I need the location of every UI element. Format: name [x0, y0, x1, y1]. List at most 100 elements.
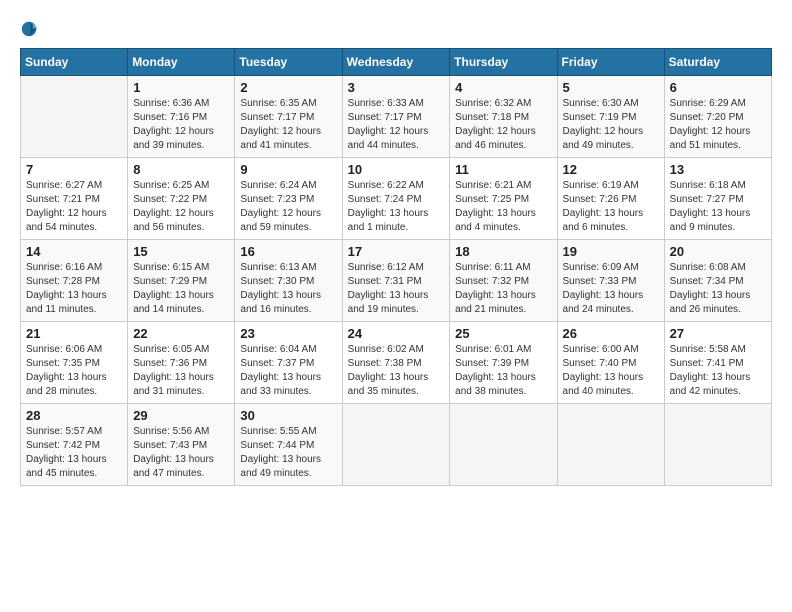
- calendar-cell: [557, 404, 664, 486]
- calendar-week-row: 28 Sunrise: 5:57 AMSunset: 7:42 PMDayligh…: [21, 404, 772, 486]
- column-header-friday: Friday: [557, 49, 664, 76]
- day-number: 27: [670, 326, 766, 341]
- day-number: 16: [240, 244, 336, 259]
- calendar-cell: [664, 404, 771, 486]
- day-number: 17: [348, 244, 445, 259]
- cell-info: Sunrise: 6:00 AMSunset: 7:40 PMDaylight:…: [563, 343, 659, 399]
- day-number: 21: [26, 326, 122, 341]
- day-number: 5: [563, 80, 659, 95]
- cell-info: Sunrise: 6:18 AMSunset: 7:27 PMDaylight:…: [670, 179, 766, 235]
- cell-info: Sunrise: 6:19 AMSunset: 7:26 PMDaylight:…: [563, 179, 659, 235]
- calendar-cell: 2 Sunrise: 6:35 AMSunset: 7:17 PMDaylight…: [235, 76, 342, 158]
- calendar-week-row: 7 Sunrise: 6:27 AMSunset: 7:21 PMDaylight…: [21, 158, 772, 240]
- cell-info: Sunrise: 6:15 AMSunset: 7:29 PMDaylight:…: [133, 261, 229, 317]
- calendar-cell: 21 Sunrise: 6:06 AMSunset: 7:35 PMDayligh…: [21, 322, 128, 404]
- calendar-cell: 30 Sunrise: 5:55 AMSunset: 7:44 PMDayligh…: [235, 404, 342, 486]
- day-number: 9: [240, 162, 336, 177]
- calendar-cell: 3Sunrise: 6:33 AMSunset: 7:17 PMDaylight…: [342, 76, 450, 158]
- day-number: 25: [455, 326, 551, 341]
- day-number: 10: [348, 162, 445, 177]
- cell-info: Sunrise: 6:01 AMSunset: 7:39 PMDaylight:…: [455, 343, 551, 399]
- cell-info: Sunrise: 6:04 AMSunset: 7:37 PMDaylight:…: [240, 343, 336, 399]
- calendar-cell: 13 Sunrise: 6:18 AMSunset: 7:27 PMDayligh…: [664, 158, 771, 240]
- column-header-saturday: Saturday: [664, 49, 771, 76]
- cell-info: Sunrise: 6:36 AMSunset: 7:16 PMDaylight:…: [133, 97, 229, 153]
- cell-info: Sunrise: 5:57 AMSunset: 7:42 PMDaylight:…: [26, 425, 122, 481]
- column-header-tuesday: Tuesday: [235, 49, 342, 76]
- cell-info: Sunrise: 6:22 AMSunset: 7:24 PMDaylight:…: [348, 179, 445, 235]
- calendar-cell: 27 Sunrise: 5:58 AMSunset: 7:41 PMDayligh…: [664, 322, 771, 404]
- day-number: 1: [133, 80, 229, 95]
- calendar-cell: [450, 404, 557, 486]
- calendar-cell: 8 Sunrise: 6:25 AMSunset: 7:22 PMDaylight…: [128, 158, 235, 240]
- day-number: 26: [563, 326, 659, 341]
- calendar-cell: 18Sunrise: 6:11 AMSunset: 7:32 PMDayligh…: [450, 240, 557, 322]
- column-header-monday: Monday: [128, 49, 235, 76]
- logo: [20, 20, 42, 38]
- calendar-week-row: 1 Sunrise: 6:36 AMSunset: 7:16 PMDaylight…: [21, 76, 772, 158]
- calendar-cell: 23 Sunrise: 6:04 AMSunset: 7:37 PMDayligh…: [235, 322, 342, 404]
- cell-info: Sunrise: 6:27 AMSunset: 7:21 PMDaylight:…: [26, 179, 122, 235]
- calendar-cell: 25 Sunrise: 6:01 AMSunset: 7:39 PMDayligh…: [450, 322, 557, 404]
- cell-info: Sunrise: 6:08 AMSunset: 7:34 PMDaylight:…: [670, 261, 766, 317]
- calendar-cell: 26 Sunrise: 6:00 AMSunset: 7:40 PMDayligh…: [557, 322, 664, 404]
- calendar-cell: 7 Sunrise: 6:27 AMSunset: 7:21 PMDaylight…: [21, 158, 128, 240]
- day-number: 24: [348, 326, 445, 341]
- calendar-week-row: 14 Sunrise: 6:16 AMSunset: 7:28 PMDayligh…: [21, 240, 772, 322]
- cell-info: Sunrise: 5:55 AMSunset: 7:44 PMDaylight:…: [240, 425, 336, 481]
- calendar-cell: 11Sunrise: 6:21 AMSunset: 7:25 PMDayligh…: [450, 158, 557, 240]
- cell-info: Sunrise: 6:02 AMSunset: 7:38 PMDaylight:…: [348, 343, 445, 399]
- calendar-cell: 20 Sunrise: 6:08 AMSunset: 7:34 PMDayligh…: [664, 240, 771, 322]
- cell-info: Sunrise: 6:29 AMSunset: 7:20 PMDaylight:…: [670, 97, 766, 153]
- day-number: 2: [240, 80, 336, 95]
- day-number: 12: [563, 162, 659, 177]
- day-number: 19: [563, 244, 659, 259]
- calendar-cell: 12 Sunrise: 6:19 AMSunset: 7:26 PMDayligh…: [557, 158, 664, 240]
- calendar-cell: 4 Sunrise: 6:32 AMSunset: 7:18 PMDaylight…: [450, 76, 557, 158]
- day-number: 15: [133, 244, 229, 259]
- calendar-cell: [342, 404, 450, 486]
- column-header-thursday: Thursday: [450, 49, 557, 76]
- page-header: [20, 20, 772, 38]
- day-number: 14: [26, 244, 122, 259]
- calendar-cell: 22 Sunrise: 6:05 AMSunset: 7:36 PMDayligh…: [128, 322, 235, 404]
- cell-info: Sunrise: 6:35 AMSunset: 7:17 PMDaylight:…: [240, 97, 336, 153]
- day-number: 22: [133, 326, 229, 341]
- cell-info: Sunrise: 6:12 AMSunset: 7:31 PMDaylight:…: [348, 261, 445, 317]
- column-header-wednesday: Wednesday: [342, 49, 450, 76]
- calendar-cell: 14 Sunrise: 6:16 AMSunset: 7:28 PMDayligh…: [21, 240, 128, 322]
- logo-icon: [20, 20, 38, 38]
- day-number: 7: [26, 162, 122, 177]
- cell-info: Sunrise: 5:56 AMSunset: 7:43 PMDaylight:…: [133, 425, 229, 481]
- day-number: 6: [670, 80, 766, 95]
- day-number: 23: [240, 326, 336, 341]
- day-number: 28: [26, 408, 122, 423]
- cell-info: Sunrise: 5:58 AMSunset: 7:41 PMDaylight:…: [670, 343, 766, 399]
- column-header-sunday: Sunday: [21, 49, 128, 76]
- calendar-cell: 29Sunrise: 5:56 AMSunset: 7:43 PMDayligh…: [128, 404, 235, 486]
- calendar-cell: 5Sunrise: 6:30 AMSunset: 7:19 PMDaylight…: [557, 76, 664, 158]
- calendar-cell: 9Sunrise: 6:24 AMSunset: 7:23 PMDaylight…: [235, 158, 342, 240]
- calendar-cell: 6 Sunrise: 6:29 AMSunset: 7:20 PMDaylight…: [664, 76, 771, 158]
- cell-info: Sunrise: 6:11 AMSunset: 7:32 PMDaylight:…: [455, 261, 551, 317]
- day-number: 20: [670, 244, 766, 259]
- calendar-table: SundayMondayTuesdayWednesdayThursdayFrid…: [20, 48, 772, 486]
- calendar-cell: 19Sunrise: 6:09 AMSunset: 7:33 PMDayligh…: [557, 240, 664, 322]
- day-number: 13: [670, 162, 766, 177]
- cell-info: Sunrise: 6:05 AMSunset: 7:36 PMDaylight:…: [133, 343, 229, 399]
- calendar-cell: 17 Sunrise: 6:12 AMSunset: 7:31 PMDayligh…: [342, 240, 450, 322]
- cell-info: Sunrise: 6:25 AMSunset: 7:22 PMDaylight:…: [133, 179, 229, 235]
- cell-info: Sunrise: 6:32 AMSunset: 7:18 PMDaylight:…: [455, 97, 551, 153]
- cell-info: Sunrise: 6:13 AMSunset: 7:30 PMDaylight:…: [240, 261, 336, 317]
- cell-info: Sunrise: 6:06 AMSunset: 7:35 PMDaylight:…: [26, 343, 122, 399]
- calendar-cell: 10 Sunrise: 6:22 AMSunset: 7:24 PMDayligh…: [342, 158, 450, 240]
- day-number: 11: [455, 162, 551, 177]
- calendar-cell: 15 Sunrise: 6:15 AMSunset: 7:29 PMDayligh…: [128, 240, 235, 322]
- calendar-cell: 24 Sunrise: 6:02 AMSunset: 7:38 PMDayligh…: [342, 322, 450, 404]
- calendar-cell: 1 Sunrise: 6:36 AMSunset: 7:16 PMDaylight…: [128, 76, 235, 158]
- calendar-header-row: SundayMondayTuesdayWednesdayThursdayFrid…: [21, 49, 772, 76]
- day-number: 8: [133, 162, 229, 177]
- day-number: 30: [240, 408, 336, 423]
- cell-info: Sunrise: 6:16 AMSunset: 7:28 PMDaylight:…: [26, 261, 122, 317]
- day-number: 4: [455, 80, 551, 95]
